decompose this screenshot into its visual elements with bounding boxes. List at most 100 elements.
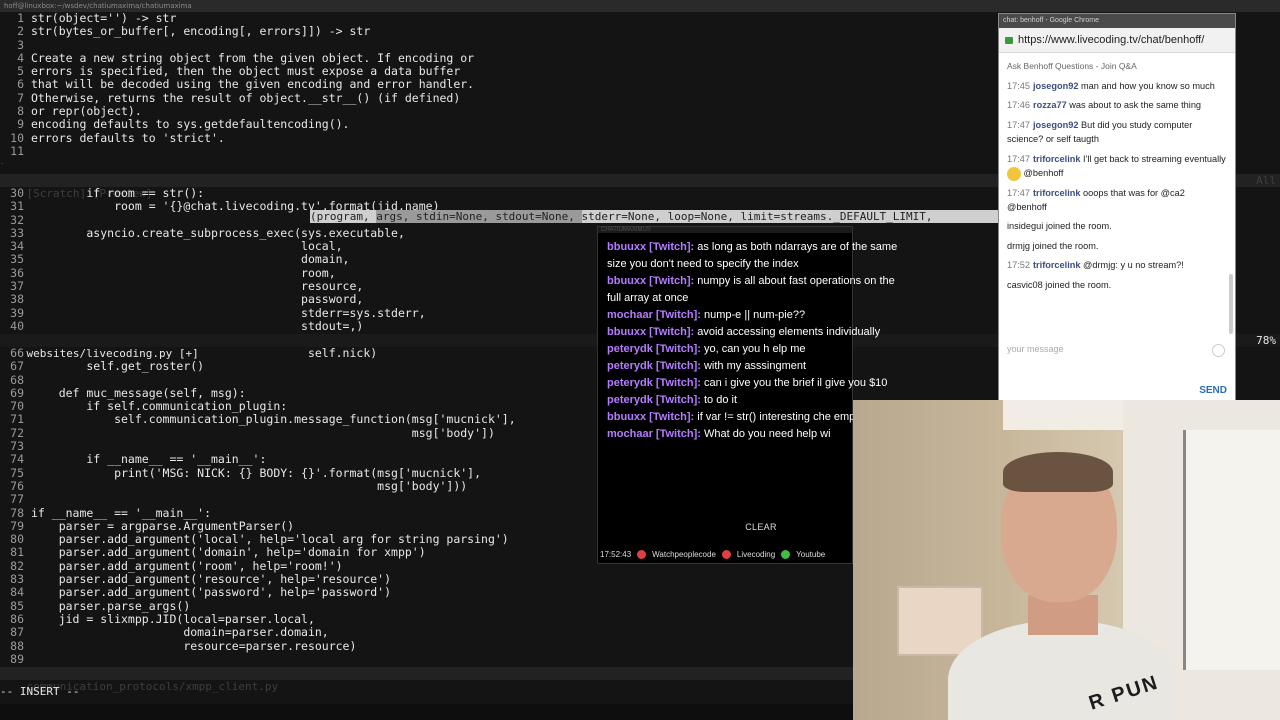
message-time: 17:47 [1007, 153, 1030, 164]
chat-overlay-window[interactable]: CHATIUMAXIMUS bbuuxx [Twitch]: as long a… [597, 226, 897, 564]
signature-hint: (program, args, stdin=None, stdout=None,… [310, 210, 1000, 223]
message-input[interactable]: your message [1007, 344, 1064, 354]
doc-status-right: All [1256, 174, 1276, 187]
line-text: parser.add_argument('domain', help='doma… [31, 545, 426, 560]
chat-nick: peterydk [Twitch]: [607, 377, 701, 389]
message-nick[interactable]: josegon92 [1033, 81, 1078, 91]
message-time: 17:52 [1007, 260, 1030, 271]
overlay-chat-message: peterydk [Twitch]: can i give you the br… [607, 375, 907, 392]
line-number: 78 [10, 505, 24, 520]
line-number: 72 [10, 425, 24, 440]
message-text: @drmjg: y u no stream?! [1083, 260, 1184, 271]
line-text: resource, [31, 279, 364, 294]
chat-text: What do you need help wi [700, 428, 831, 440]
chat-text: can i give you the brief il give you $10 [700, 377, 888, 389]
chat-nick: peterydk [Twitch]: [607, 343, 701, 355]
upper-status-right: 78% [1256, 334, 1276, 347]
line-number: 6 [17, 77, 24, 92]
line-number: 4 [17, 50, 24, 65]
chat-nick: bbuuxx [Twitch]: [607, 241, 695, 253]
line-text: asyncio.create_subprocess_exec(sys.execu… [31, 225, 405, 240]
message-nick[interactable]: josegon92 [1033, 120, 1078, 130]
webcam-door [1003, 400, 1123, 430]
line-number: 85 [10, 598, 24, 613]
browser-chat-message: casvic08 joined the room. [1007, 278, 1227, 292]
line-text: that will be decoded using the given enc… [31, 77, 475, 92]
message-text: insidegui joined the room. [1007, 221, 1112, 232]
line-text: Create a new string object from the give… [31, 50, 475, 65]
line-number: 2 [17, 24, 24, 39]
lock-icon [1005, 36, 1013, 44]
chat-nick: peterydk [Twitch]: [607, 394, 701, 406]
message-time: 17:47 [1007, 119, 1030, 130]
line-number: 76 [10, 478, 24, 493]
smile-emoji-icon [1007, 166, 1021, 181]
message-text: I'll get back to streaming eventually [1083, 153, 1226, 164]
line-number: 83 [10, 572, 24, 587]
chat-nick: mochaar [Twitch]: [607, 428, 701, 440]
browser-titlebar: chat: benhoff - Google Chrome [999, 14, 1235, 28]
line-number: 67 [10, 359, 24, 374]
overlay-chat-message: bbuuxx [Twitch]: as long as both ndarray… [607, 239, 907, 273]
message-text: man and how you know so much [1081, 81, 1215, 91]
line-number: 89 [10, 651, 24, 666]
line-text: if __name__ == '__main__': [31, 452, 267, 467]
chat-nick: mochaar [Twitch]: [607, 309, 701, 321]
message-text: was about to ask the same thing [1069, 100, 1202, 111]
message-time: 17:46 [1007, 100, 1030, 111]
line-text: self.communication_plugin.message_functi… [31, 412, 516, 427]
line-number: 9 [17, 117, 24, 132]
platform-name: Livecoding [736, 549, 776, 559]
terminal-titlebar: hoff@linuxbox:~/wsdev/chatiumaxima/chati… [0, 0, 1280, 12]
room-title: Ask Benhoff Questions - Join Q&A [1007, 61, 1137, 71]
line-text: self.nick) [31, 347, 378, 360]
line-text: errors is specified, then the object mus… [31, 64, 461, 79]
line-number: 86 [10, 611, 24, 626]
message-text: casvic08 joined the room. [1007, 279, 1112, 290]
line-number: 30 [10, 187, 24, 200]
line-text: str(object='') -> str [31, 12, 177, 25]
message-nick[interactable]: rozza77 [1033, 100, 1067, 110]
platform-status-icon [781, 549, 791, 559]
line-number: 80 [10, 532, 24, 547]
emoji-icon[interactable] [1212, 344, 1225, 357]
message-nick[interactable]: triforcelink [1033, 188, 1080, 198]
overlay-chat-message: bbuuxx [Twitch]: numpy is all about fast… [607, 273, 907, 307]
message-nick[interactable]: triforcelink [1033, 260, 1080, 270]
line-text: encoding defaults to sys.getdefaultencod… [31, 117, 350, 132]
line-number: 74 [10, 452, 24, 467]
line-text: parser = argparse.ArgumentParser() [31, 518, 295, 533]
line-text: errors defaults to 'strict'. [31, 130, 225, 145]
line-number: 37 [10, 279, 24, 294]
send-button[interactable]: SEND [1199, 385, 1227, 396]
chat-scrollbar[interactable] [1229, 274, 1233, 334]
browser-chat-message: drmjg joined the room. [1007, 239, 1227, 253]
address-bar[interactable]: https://www.livecoding.tv/chat/benhoff/ [999, 28, 1235, 53]
line-text: if __name__ == '__main__': [31, 505, 212, 520]
overlay-chat-message: bbuuxx [Twitch]: avoid accessing element… [607, 324, 907, 341]
line-text: def muc_message(self, msg): [31, 385, 246, 400]
browser-chat-message: 17:46 rozza77 was about to ask the same t… [1007, 98, 1227, 112]
platform-name: Youtube [796, 549, 826, 559]
line-number: 68 [10, 372, 24, 387]
line-number: 82 [10, 558, 24, 573]
line-number: 79 [10, 518, 24, 533]
line-number: 1 [17, 12, 24, 25]
line-text: password, [31, 292, 364, 307]
url-text[interactable]: https://www.livecoding.tv/chat/benhoff/ [1018, 34, 1204, 46]
signature-hint-highlight: args, stdin=None, stdout=None, [376, 210, 582, 223]
line-number: 10 [10, 130, 24, 145]
browser-chat-message: 17:47 triforcelink ooops that was for @ca… [1007, 186, 1227, 215]
overlay-header: CHATIUMAXIMUS [598, 227, 852, 233]
line-text: print('MSG: NICK: {} BODY: {}'.format(ms… [31, 465, 482, 480]
browser-window[interactable]: chat: benhoff - Google Chrome https://ww… [999, 14, 1235, 400]
overlay-footer: 17:52:43 Watchpeoplecode Livecoding Youtub… [598, 545, 878, 563]
chat-text: nump-e || num-pie?? [700, 309, 806, 321]
message-nick[interactable]: triforcelink [1033, 154, 1080, 164]
line-number: 35 [10, 252, 24, 267]
line-number: 33 [10, 225, 24, 240]
chat-text: with my asssingment [700, 360, 807, 372]
platform-status-icon [721, 549, 731, 559]
chat-text: to do it [700, 394, 737, 406]
chat-nick: bbuuxx [Twitch]: [607, 326, 695, 338]
